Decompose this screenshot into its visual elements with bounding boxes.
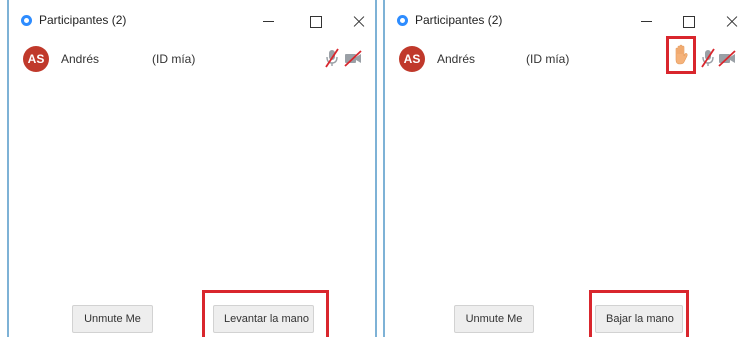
- close-button[interactable]: [348, 10, 370, 32]
- zoom-app-icon: [21, 15, 32, 26]
- maximize-button[interactable]: [677, 10, 699, 32]
- participants-window-left: Participantes (2) AS Andrés (ID mía) Unm…: [7, 0, 377, 337]
- window-title: Participantes (2): [415, 13, 503, 27]
- participant-id-label: (ID mía): [152, 52, 196, 66]
- mic-muted-icon[interactable]: [322, 47, 342, 69]
- participant-row[interactable]: AS Andrés (ID mía): [9, 42, 375, 76]
- participant-name: Andrés: [61, 52, 100, 66]
- video-off-icon[interactable]: [343, 47, 363, 69]
- minimize-button[interactable]: [258, 10, 280, 32]
- participant-row[interactable]: AS Andrés (ID mía): [385, 42, 741, 76]
- participant-name: Andrés: [437, 52, 476, 66]
- avatar: AS: [23, 46, 49, 72]
- title-bar: Participantes (2): [9, 0, 375, 38]
- maximize-button[interactable]: [304, 10, 326, 32]
- window-title: Participantes (2): [39, 13, 127, 27]
- unmute-me-button[interactable]: Unmute Me: [454, 305, 534, 333]
- video-off-icon[interactable]: [717, 47, 737, 69]
- unmute-me-button[interactable]: Unmute Me: [72, 305, 153, 333]
- participants-window-right: Participantes (2) AS Andrés (ID mía) Unm…: [383, 0, 741, 337]
- mic-muted-icon[interactable]: [698, 47, 718, 69]
- avatar: AS: [399, 46, 425, 72]
- close-button[interactable]: [721, 10, 741, 32]
- participant-id-label: (ID mía): [526, 52, 570, 66]
- lower-hand-button[interactable]: Bajar la mano: [595, 305, 683, 333]
- title-bar: Participantes (2): [385, 0, 741, 38]
- minimize-button[interactable]: [636, 10, 658, 32]
- zoom-app-icon: [397, 15, 408, 26]
- raise-hand-button[interactable]: Levantar la mano: [213, 305, 314, 333]
